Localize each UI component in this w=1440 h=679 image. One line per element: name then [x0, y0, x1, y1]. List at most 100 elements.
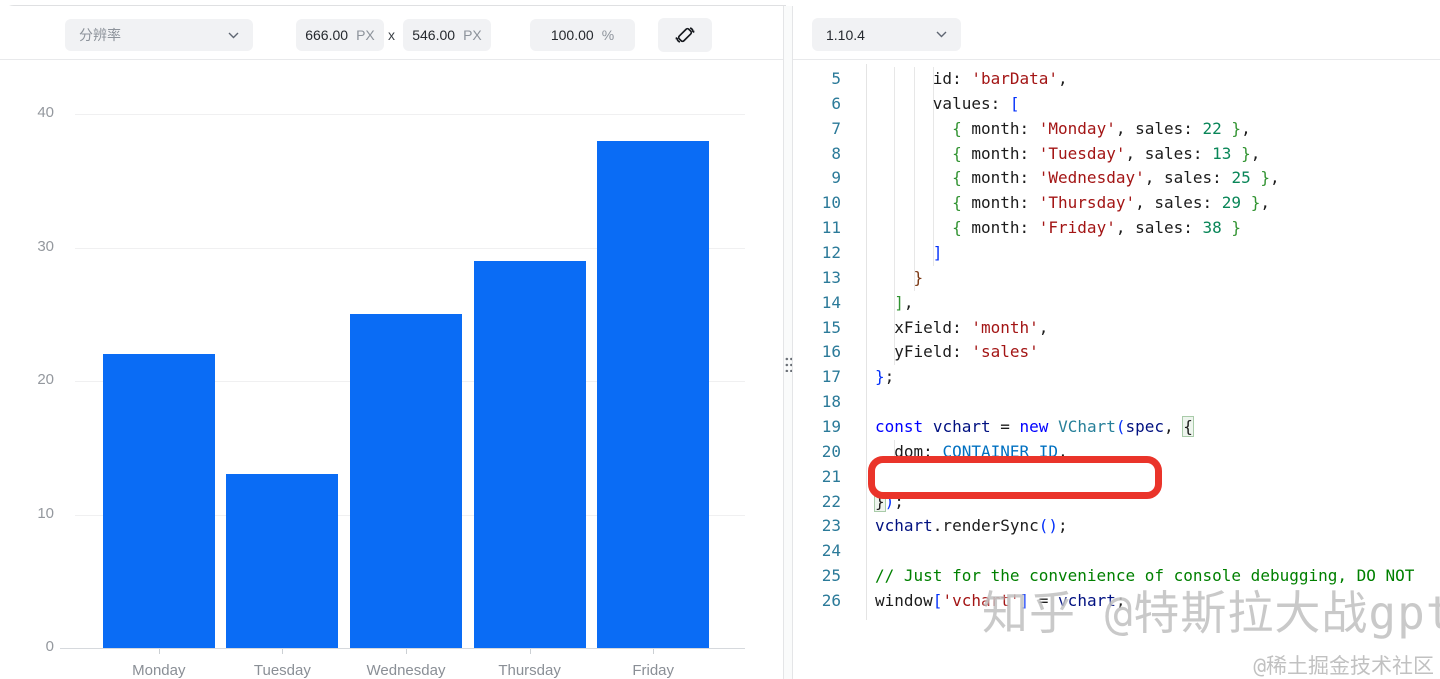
code-line-23[interactable]: 23 vchart.renderSync(); — [794, 514, 1440, 539]
token: id: — [875, 69, 972, 88]
dimension-separator: x — [388, 27, 395, 43]
token: VChart — [1058, 417, 1116, 437]
line-number: 24 — [821, 541, 841, 561]
code-line-7[interactable]: 7 { month: 'Monday', sales: 22 }, — [794, 117, 1440, 142]
code-line-15[interactable]: 15 xField: 'month', — [794, 316, 1440, 341]
token: { — [952, 168, 962, 188]
code-line-5[interactable]: 5 id: 'barData', — [794, 67, 1440, 92]
token: 'sales' — [971, 342, 1039, 362]
token: } — [913, 267, 924, 287]
line-number: 26 — [821, 591, 841, 611]
y-tick-label: 20 — [37, 371, 54, 388]
code-text: xField: 'month', — [875, 316, 1048, 341]
code-line-10[interactable]: 10 { month: 'Thursday', sales: 29 }, — [794, 191, 1440, 216]
token: , — [1241, 118, 1251, 138]
token: 13 — [1212, 143, 1232, 163]
code-text: { month: 'Thursday', sales: 29 }, — [875, 191, 1270, 216]
code-editor-panel[interactable]: 5 id: 'barData', 6 values: [7 { month: 'M… — [794, 60, 1440, 679]
code-line-19[interactable]: 19 const vchart = new VChart(spec, { — [794, 415, 1440, 440]
zoom-input[interactable]: 100.00 % — [530, 19, 635, 51]
line-number: 19 — [821, 417, 841, 437]
chevron-down-icon — [936, 31, 947, 38]
chevron-down-icon — [228, 32, 239, 38]
width-unit: PX — [356, 27, 375, 43]
token: } — [1221, 218, 1242, 238]
code-line-8[interactable]: 8 { month: 'Tuesday', sales: 13 }, — [794, 142, 1440, 167]
line-number: 18 — [821, 392, 841, 412]
code-line-12[interactable]: 12 ] — [794, 241, 1440, 266]
x-tick — [282, 649, 284, 654]
token: const — [875, 417, 924, 437]
code-line-17[interactable]: 17}; — [794, 365, 1440, 390]
line-number: 15 — [821, 317, 841, 337]
code-line-16[interactable]: 16 yField: 'sales' — [794, 340, 1440, 365]
token: , — [1269, 168, 1280, 188]
token: 'Friday' — [1038, 218, 1116, 238]
chart-bar-friday — [597, 140, 710, 648]
y-tick-label: 30 — [37, 237, 54, 255]
resolution-select[interactable]: 分辨率 — [65, 19, 253, 51]
x-tick-label: Monday — [132, 662, 186, 679]
token: month: — [961, 218, 1039, 238]
code-line-9[interactable]: 9 { month: 'Wednesday', sales: 25 }, — [794, 166, 1440, 191]
y-tick-label: 0 — [45, 638, 54, 655]
width-input[interactable]: 666.00 PX — [296, 19, 384, 51]
code-content: 5 id: 'barData', 6 values: [7 { month: 'M… — [794, 67, 1440, 614]
token: 25 — [1231, 168, 1251, 188]
token: month: — [961, 193, 1039, 213]
code-text: id: 'barData', — [875, 67, 1068, 92]
code-text: yField: 'sales' — [875, 340, 1039, 365]
token: [ — [1009, 93, 1020, 113]
chart-bar-wednesday — [350, 314, 462, 648]
token: , sales: — [1125, 143, 1213, 163]
annotation-highlight-box — [868, 456, 1162, 499]
code-line-24[interactable]: 24 — [794, 539, 1440, 564]
height-unit: PX — [463, 27, 482, 43]
height-input[interactable]: 546.00 PX — [403, 19, 491, 51]
line-number: 13 — [821, 267, 841, 287]
code-line-11[interactable]: 11 { month: 'Friday', sales: 38 } — [794, 216, 1440, 241]
code-line-18[interactable]: 18 — [794, 390, 1440, 415]
resolution-select-value: 分辨率 — [79, 27, 121, 43]
gridline — [75, 114, 745, 115]
line-number: 6 — [831, 93, 841, 113]
token: { — [952, 143, 962, 163]
token: month: — [961, 168, 1039, 188]
x-tick-label: Friday — [632, 662, 675, 679]
token: xField: — [875, 317, 972, 337]
token: 'Monday' — [1038, 118, 1116, 138]
x-tick-label: Tuesday — [253, 662, 311, 679]
rotate-screen-button[interactable] — [658, 18, 712, 52]
panel-resizer[interactable] — [783, 6, 793, 679]
token: vchart — [875, 516, 933, 536]
vchart-playground: 分辨率 666.00 PX x 546.00 PX 100.00 % 1.10.… — [0, 0, 1440, 679]
code-text: { month: 'Tuesday', sales: 13 }, — [875, 142, 1260, 167]
watermark-zhihu: 知乎 @特斯拉大战gpt — [982, 586, 1440, 640]
token: , — [1164, 417, 1184, 437]
drag-handle-icon — [784, 355, 792, 372]
token: { — [952, 118, 962, 138]
code-text: { month: 'Wednesday', sales: 25 }, — [875, 166, 1280, 191]
token: values: — [875, 93, 1010, 113]
chart-preview-panel: 0 10 20 30 40 Monday Tuesday Wednesday Thursday F… — [0, 60, 783, 679]
code-line-6[interactable]: 6 values: [ — [794, 92, 1440, 117]
x-tick — [158, 649, 160, 654]
version-select[interactable]: 1.10.4 — [812, 18, 961, 51]
zoom-unit: % — [601, 27, 615, 43]
line-number: 14 — [821, 292, 841, 312]
code-line-13[interactable]: 13 } — [794, 266, 1440, 291]
bar-chart: 0 10 20 30 40 Monday Tuesday Wednesday Thursday F… — [0, 60, 783, 679]
code-line-14[interactable]: 14 ], — [794, 291, 1440, 316]
line-number: 23 — [821, 516, 841, 536]
code-text: ] — [875, 241, 943, 266]
version-select-value: 1.10.4 — [826, 26, 865, 43]
token: .renderSync — [932, 516, 1039, 536]
token: { — [952, 218, 962, 238]
token: ; — [1058, 516, 1068, 536]
